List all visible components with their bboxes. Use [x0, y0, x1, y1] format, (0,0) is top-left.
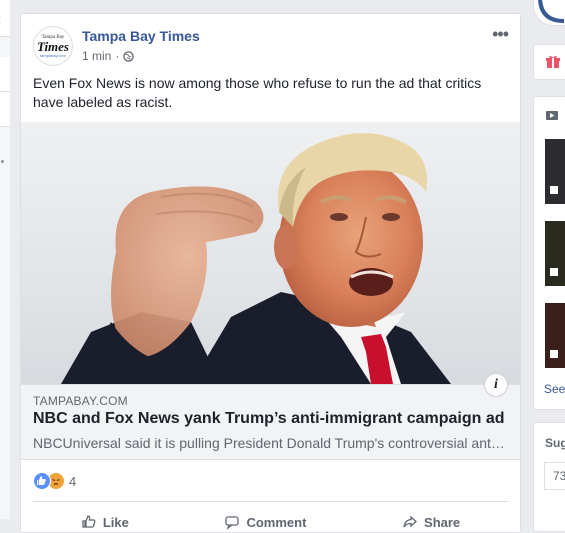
link-title[interactable]: NBC and Fox News yank Trump’s anti-immig… — [33, 410, 505, 428]
globe-icon[interactable] — [123, 51, 134, 62]
video-watermark — [550, 350, 558, 358]
like-label: Like — [103, 515, 129, 530]
link-domain: TAMPABAY.COM — [33, 394, 128, 408]
actions-divider — [33, 501, 508, 502]
profile-arc-icon — [534, 0, 565, 27]
left-sidebar-row[interactable] — [0, 92, 10, 127]
reaction-count: 4 — [69, 474, 76, 489]
post-message: Even Fox News is now among those who ref… — [33, 74, 508, 112]
post-header: Tampa Bay Times tampabay.com Tampa Bay T… — [33, 26, 508, 70]
like-reaction-icon — [33, 472, 51, 490]
left-sidebar-row[interactable] — [0, 57, 10, 92]
page-avatar[interactable]: Tampa Bay Times tampabay.com — [33, 26, 73, 66]
suggested-heading: Sug — [545, 436, 565, 450]
suggested-box: Sug 73 — [533, 422, 565, 532]
link-description: NBCUniversal said it is pulling Presiden… — [33, 435, 507, 451]
meta-separator: · — [115, 49, 119, 63]
more-options-icon[interactable]: ••• — [492, 28, 508, 40]
video-thumbnail[interactable] — [545, 221, 565, 286]
gift-box[interactable] — [533, 44, 565, 80]
logo-url-text: tampabay.com — [40, 53, 66, 58]
trump-photo — [21, 122, 520, 384]
right-sidebar: See Sug 73 — [533, 0, 565, 519]
link-preview[interactable]: i TAMPABAY.COM NBC and Fox News yank Tru… — [21, 384, 520, 460]
comment-label: Comment — [246, 515, 306, 530]
info-icon[interactable]: i — [484, 373, 508, 397]
share-icon — [402, 514, 418, 530]
news-feed-post: Tampa Bay Times tampabay.com Tampa Bay T… — [20, 13, 521, 533]
reactions-summary[interactable]: 4 — [33, 472, 76, 490]
logo-main-text: Times — [37, 40, 69, 53]
video-thumbnail[interactable] — [545, 303, 565, 368]
suggested-item[interactable]: 73 — [544, 462, 565, 490]
post-actions: Like Comment Share — [33, 510, 508, 533]
comment-button[interactable]: Comment — [224, 510, 306, 533]
video-watermark — [550, 268, 558, 276]
thumbs-up-icon — [81, 514, 97, 530]
share-button[interactable]: Share — [402, 510, 460, 533]
video-thumbnail[interactable] — [545, 139, 565, 204]
post-meta: 1 min · — [82, 49, 134, 63]
see-all-link[interactable]: See — [544, 382, 565, 396]
left-sidebar-dot — [1, 160, 4, 163]
left-sidebar: t — [0, 0, 10, 519]
comment-icon — [224, 514, 240, 530]
video-icon — [545, 109, 559, 123]
left-sidebar-row[interactable]: t — [0, 0, 10, 37]
link-preview-image[interactable] — [21, 122, 520, 384]
post-timestamp[interactable]: 1 min — [82, 49, 111, 63]
watch-videos-box — [533, 96, 565, 410]
like-button[interactable]: Like — [81, 510, 129, 533]
gift-icon — [545, 54, 561, 70]
page-name-link[interactable]: Tampa Bay Times — [82, 28, 200, 44]
share-label: Share — [424, 515, 460, 530]
video-watermark — [550, 186, 558, 194]
right-top-box[interactable] — [533, 0, 565, 26]
